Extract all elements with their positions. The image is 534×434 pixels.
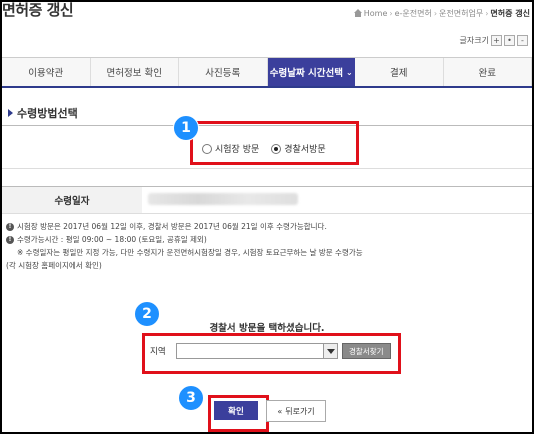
bullet-icon: [8, 109, 13, 117]
font-size-control: 글자크기 + • -: [460, 35, 528, 46]
back-arrow-icon: «: [277, 406, 283, 416]
page-frame: 면허증 갱신 Home › e-운전면허 › 운전면허업무 › 면허증 갱신 글자크기 + …: [0, 0, 534, 434]
breadcrumb-separator: ›: [433, 9, 438, 18]
tab-payment[interactable]: 결제: [355, 58, 444, 86]
receive-date-row: 수령일자: [2, 186, 532, 214]
breadcrumb-license-work[interactable]: 운전면허업무: [439, 9, 483, 18]
tab-terms[interactable]: 이용약관: [2, 58, 91, 86]
back-button[interactable]: « 뒤로가기: [266, 400, 326, 422]
font-size-increase-button[interactable]: +: [491, 35, 502, 46]
breadcrumb-e-license[interactable]: e-운전면허: [395, 9, 432, 18]
notice-item: ! 수령가능시간 : 평일 09:00 ~ 18:00 (토요일, 공휴일 제외): [6, 233, 363, 246]
tab-label: 이용약관: [28, 68, 64, 79]
tab-complete[interactable]: 완료: [444, 58, 532, 86]
highlight-box-confirm: [208, 395, 269, 432]
info-icon: !: [6, 235, 14, 244]
tab-label: 면허정보 확인: [106, 68, 162, 79]
top-bar: 면허증 갱신 Home › e-운전면허 › 운전면허업무 › 면허증 갱신: [2, 2, 532, 26]
notice-text: 시험장 방문은 2017년 06월 12일 이후, 경찰서 방문은 2017년 …: [17, 222, 327, 231]
breadcrumb-current: 면허증 갱신: [490, 9, 530, 18]
chevron-down-icon: ⌄: [346, 67, 353, 77]
police-visit-title: 경찰서 방문을 택하셨습니다.: [209, 323, 325, 334]
breadcrumb-separator: ›: [389, 9, 393, 18]
breadcrumb: Home › e-운전면허 › 운전면허업무 › 면허증 갱신: [353, 8, 530, 19]
font-size-reset-button[interactable]: •: [504, 35, 515, 46]
breadcrumb-home[interactable]: Home: [364, 9, 388, 18]
notice-item: ※ 수령일자는 평일만 지정 가능, 다만 수령지가 운전면허시험장일 경우, …: [6, 246, 363, 259]
receive-date-label: 수령일자: [2, 187, 142, 213]
font-size-label: 글자크기: [459, 36, 489, 45]
home-icon[interactable]: [353, 9, 362, 17]
tab-label: 완료: [478, 68, 496, 79]
section-title: 수령방법선택: [8, 105, 78, 121]
notice-item: (각 시험장 홈페이지에서 확인): [6, 259, 363, 272]
page-title: 면허증 갱신: [2, 1, 74, 19]
highlight-box-method: [190, 121, 359, 165]
step-badge-1: 1: [173, 115, 199, 141]
notice-list: ! 시험장 방문은 2017년 06월 12일 이후, 경찰서 방문은 2017년…: [6, 220, 363, 272]
font-size-decrease-button[interactable]: -: [517, 35, 528, 46]
notice-item: ! 시험장 방문은 2017년 06월 12일 이후, 경찰서 방문은 2017년…: [6, 220, 363, 233]
notice-text: (각 시험장 홈페이지에서 확인): [6, 261, 102, 270]
step-badge-3: 3: [178, 385, 204, 411]
receive-date-value-blurred: [148, 193, 298, 205]
notice-text: ※ 수령일자는 평일만 지정 가능, 다만 수령지가 운전면허시험장일 경우, …: [17, 248, 363, 257]
tab-photo[interactable]: 사진등록: [179, 58, 268, 86]
breadcrumb-separator: ›: [485, 9, 489, 18]
tab-receive-date[interactable]: 수령날짜 시간선택 ⌄: [267, 58, 355, 86]
step-tabs: 이용약관 면허정보 확인 사진등록 수령날짜 시간선택 ⌄ 결제 완료: [2, 57, 532, 88]
tab-label: 결제: [390, 68, 408, 79]
tab-label: 수령날짜 시간선택: [269, 68, 344, 79]
highlight-box-region: [142, 333, 401, 374]
back-button-label: 뒤로가기: [285, 406, 315, 416]
info-icon: !: [6, 222, 14, 231]
tab-label: 사진등록: [205, 68, 241, 79]
section-title-text: 수령방법선택: [17, 107, 78, 120]
notice-text: 수령가능시간 : 평일 09:00 ~ 18:00 (토요일, 공휴일 제외): [17, 235, 207, 244]
tab-license-info[interactable]: 면허정보 확인: [91, 58, 179, 86]
